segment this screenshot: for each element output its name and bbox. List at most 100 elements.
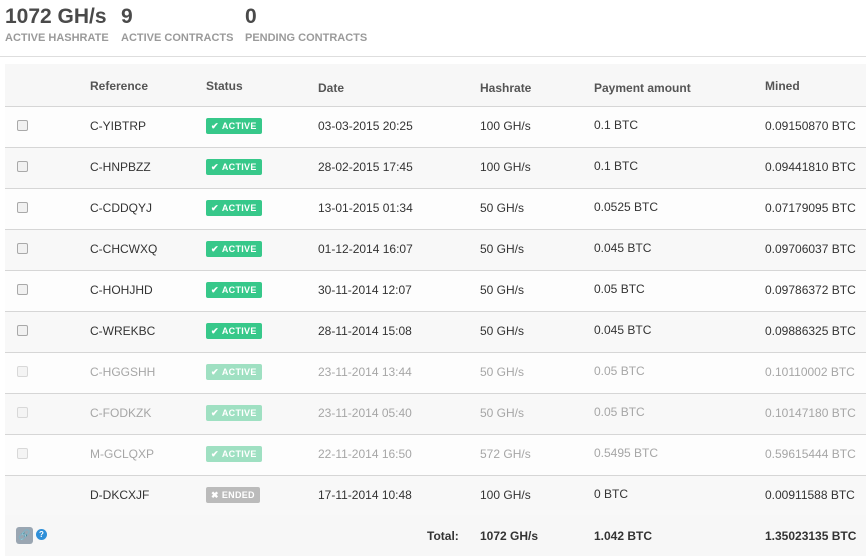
cell-hashrate: 572 GH/s (480, 447, 531, 461)
status-text: ACTIVE (221, 285, 257, 295)
cell-hashrate: 100 GH/s (480, 119, 531, 133)
cell-reference: C-FODKZK (90, 406, 152, 420)
row-checkbox[interactable] (17, 284, 28, 295)
status-text: ACTIVE (221, 326, 257, 336)
header-mined[interactable]: Mined (765, 79, 800, 93)
header-payment-amount[interactable]: Payment amount (594, 81, 691, 95)
cell-mined: 0.59615444 BTC (765, 447, 856, 461)
row-checkbox[interactable] (17, 243, 28, 254)
cell-payment: 0.0525 BTC (594, 200, 659, 214)
row-checkbox[interactable] (17, 366, 28, 377)
row-checkbox[interactable] (17, 202, 28, 213)
check-icon: ✔ (211, 244, 219, 254)
total-label: Total: (427, 529, 459, 543)
table-row[interactable]: C-YIBTRP ✔ ACTIVE 03-03-2015 20:25 100 GH/s 0… (5, 106, 866, 147)
contracts-table: Reference Status Date Hashrate Payment a… (5, 64, 866, 556)
cell-payment: 0.045 BTC (594, 323, 652, 337)
cell-hashrate: 50 GH/s (480, 406, 525, 420)
check-icon: ✔ (211, 285, 219, 295)
status-badge: ✔ ACTIVE (206, 200, 262, 216)
status-text: ACTIVE (221, 203, 257, 213)
header-hashrate[interactable]: Hashrate (480, 81, 531, 95)
total-mined: 1.35023135 BTC (765, 529, 857, 543)
status-badge: ✔ ACTIVE (206, 364, 262, 380)
stat-pending-contracts: 0 PENDING CONTRACTS (245, 4, 367, 45)
stat-value: 0 (245, 5, 257, 28)
table-row[interactable]: C-HNPBZZ ✔ ACTIVE 28-02-2015 17:45 100 GH/s 0… (5, 147, 866, 188)
link-icon[interactable]: 🔗 (16, 527, 33, 544)
cell-reference: C-YIBTRP (90, 119, 147, 133)
header-date[interactable]: Date (318, 81, 344, 95)
cell-mined: 0.09886325 BTC (765, 324, 856, 338)
row-checkbox[interactable] (17, 407, 28, 418)
status-text: ACTIVE (221, 408, 257, 418)
cell-hashrate: 50 GH/s (480, 201, 525, 215)
check-icon: ✔ (211, 162, 219, 172)
cell-reference: C-CDDQYJ (90, 201, 152, 215)
cell-payment: 0.05 BTC (594, 364, 645, 378)
row-checkbox[interactable] (17, 448, 28, 459)
status-badge: ✔ ACTIVE (206, 323, 262, 339)
stat-value: 1072 GH/s (5, 5, 107, 28)
table-footer: 🔗 ? Total: 1072 GH/s 1.042 BTC 1.3502313… (5, 515, 866, 556)
cell-mined: 0.09706037 BTC (765, 242, 856, 256)
header-status[interactable]: Status (206, 79, 243, 93)
cell-mined: 0.10147180 BTC (765, 406, 856, 420)
check-icon: ✔ (211, 203, 219, 213)
row-checkbox[interactable] (17, 161, 28, 172)
cell-reference: M-GCLQXP (90, 447, 155, 461)
cell-hashrate: 50 GH/s (480, 242, 525, 256)
table-row[interactable]: C-WREKBC ✔ ACTIVE 28-11-2014 15:08 50 GH/s 0.… (5, 311, 866, 352)
stats-bar: 1072 GH/s ACTIVE HASHRATE 9 ACTIVE CONTR… (0, 0, 866, 57)
total-hashrate: 1072 GH/s (480, 529, 539, 543)
cell-mined: 0.09150870 BTC (765, 119, 856, 133)
table-row[interactable]: D-DKCXJF ✖ ENDED 17-11-2014 10:48 100 GH/s 0 … (5, 475, 866, 517)
cell-mined: 0.07179095 BTC (765, 201, 856, 215)
cell-mined: 0.09441810 BTC (765, 160, 856, 174)
stat-active-hashrate: 1072 GH/s ACTIVE HASHRATE (5, 4, 109, 45)
cell-reference: C-CHCWXQ (90, 242, 158, 256)
stat-active-contracts: 9 ACTIVE CONTRACTS (121, 4, 233, 45)
cell-date: 23-11-2014 05:40 (318, 406, 412, 420)
status-badge: ✔ ACTIVE (206, 405, 262, 421)
table-row[interactable]: C-HGGSHH ✔ ACTIVE 23-11-2014 13:44 50 GH/s 0.… (5, 352, 866, 393)
cell-payment: 0.1 BTC (594, 159, 639, 173)
cell-mined: 0.00911588 BTC (765, 488, 855, 502)
cell-hashrate: 50 GH/s (480, 324, 525, 338)
row-checkbox[interactable] (17, 325, 28, 336)
cell-payment: 0.045 BTC (594, 241, 652, 255)
cell-date: 23-11-2014 13:44 (318, 365, 412, 379)
cell-reference: C-HNPBZZ (90, 160, 151, 174)
table-row[interactable]: C-HOHJHD ✔ ACTIVE 30-11-2014 12:07 50 GH/s 0.… (5, 270, 866, 311)
cell-mined: 0.10110002 BTC (765, 365, 855, 379)
cell-reference: C-WREKBC (90, 324, 156, 338)
cell-payment: 0.1 BTC (594, 118, 639, 132)
help-icon[interactable]: ? (36, 529, 47, 540)
status-badge: ✔ ACTIVE (206, 241, 262, 257)
status-text: ACTIVE (221, 244, 257, 254)
check-icon: ✔ (211, 449, 219, 459)
status-text: ACTIVE (221, 367, 257, 377)
row-checkbox[interactable] (17, 120, 28, 131)
cell-date: 28-11-2014 15:08 (318, 324, 412, 338)
status-text: ENDED (221, 490, 255, 500)
cell-hashrate: 100 GH/s (480, 160, 531, 174)
cell-date: 01-12-2014 16:07 (318, 242, 413, 256)
table-row[interactable]: M-GCLQXP ✔ ACTIVE 22-11-2014 16:50 572 GH/s 0… (5, 434, 866, 475)
stat-label: ACTIVE CONTRACTS (121, 32, 234, 44)
check-icon: ✔ (211, 367, 219, 377)
cell-date: 03-03-2015 20:25 (318, 119, 413, 133)
check-icon: ✔ (211, 121, 219, 131)
cell-reference: C-HGGSHH (90, 365, 156, 379)
status-badge: ✔ ACTIVE (206, 159, 262, 175)
cell-reference: C-HOHJHD (90, 283, 153, 297)
total-payment: 1.042 BTC (594, 529, 653, 543)
x-circle-icon: ✖ (211, 490, 219, 500)
cell-date: 17-11-2014 10:48 (318, 488, 412, 502)
cell-payment: 0 BTC (594, 487, 629, 501)
status-badge: ✔ ACTIVE (206, 118, 262, 134)
header-reference[interactable]: Reference (90, 79, 148, 93)
table-row[interactable]: C-CHCWXQ ✔ ACTIVE 01-12-2014 16:07 50 GH/s 0.… (5, 229, 866, 270)
table-row[interactable]: C-FODKZK ✔ ACTIVE 23-11-2014 05:40 50 GH/s 0.… (5, 393, 866, 434)
table-row[interactable]: C-CDDQYJ ✔ ACTIVE 13-01-2015 01:34 50 GH/s 0.… (5, 188, 866, 229)
